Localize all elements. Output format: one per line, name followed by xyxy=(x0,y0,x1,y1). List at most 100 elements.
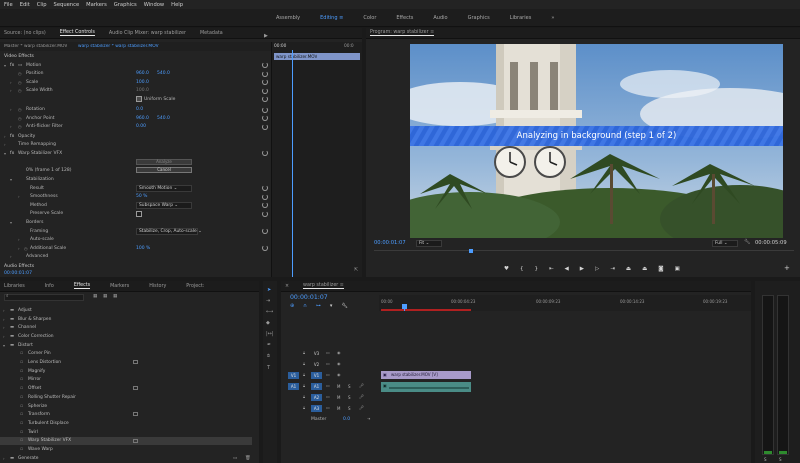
expand-icon[interactable]: › xyxy=(4,142,6,147)
camera-icon[interactable]: ◙ xyxy=(658,266,663,272)
effects-item[interactable]: ▫ Offset xyxy=(0,384,252,393)
effects-folder[interactable]: › ▬ Generate xyxy=(0,454,252,463)
ec-timecode[interactable]: 00:00:01:07 xyxy=(4,271,32,276)
expand-icon[interactable]: › xyxy=(18,246,20,251)
wrench-icon[interactable]: 🔧︎ xyxy=(341,303,347,309)
clip-label[interactable]: warp stabilizer * warp stabilizer.MOV xyxy=(78,44,159,49)
menu-window[interactable]: Window xyxy=(144,2,164,8)
warp-stabilizer-row[interactable]: ▾ fx Warp Stabilizer VFX xyxy=(0,149,271,158)
effects-item[interactable]: ▫ Turbulent Displace xyxy=(0,419,252,428)
expand-icon[interactable]: › xyxy=(3,334,5,339)
reset-icon[interactable] xyxy=(262,245,268,251)
tab-history[interactable]: History xyxy=(149,284,166,289)
expand-icon[interactable]: › xyxy=(10,88,12,93)
reset-icon[interactable] xyxy=(262,228,268,234)
tab-libraries[interactable]: Libraries xyxy=(4,284,25,289)
track-label-v3[interactable]: V3 xyxy=(311,350,322,357)
anchor-y-value[interactable]: 540.0 xyxy=(157,116,170,121)
tab-effect-controls[interactable]: Effect Controls xyxy=(59,30,95,36)
effects-search-input[interactable]: ⌕ xyxy=(4,294,84,301)
expand-icon[interactable]: › xyxy=(10,80,12,85)
eye-icon[interactable]: ◉ xyxy=(337,351,341,355)
mark-in-icon[interactable]: { xyxy=(520,266,524,272)
tab-markers[interactable]: Markers xyxy=(110,284,129,289)
quality-dropdown[interactable]: Full ⌄ xyxy=(712,240,738,247)
menu-file[interactable]: File xyxy=(4,2,13,8)
lock-icon[interactable]: 🔒︎ xyxy=(303,395,305,399)
wrench-icon[interactable]: 🔧︎ xyxy=(744,240,750,245)
anchor-x-value[interactable]: 960.0 xyxy=(136,116,149,121)
comparison-view-icon[interactable]: ▣ xyxy=(675,266,680,272)
track-label-a3[interactable]: A3 xyxy=(311,405,322,412)
effects-item[interactable]: ▫ Magnify xyxy=(0,367,252,376)
accelerated-filter-icon[interactable]: ▦ xyxy=(93,294,97,300)
add-marker-icon[interactable]: ▾ xyxy=(330,303,333,309)
result-dropdown[interactable]: Smooth Motion ⌄ xyxy=(136,185,192,192)
antiflicker-value[interactable]: 0.00 xyxy=(136,124,146,129)
sync-lock-icon[interactable]: ▭ xyxy=(326,395,330,399)
menu-sequence[interactable]: Sequence xyxy=(54,2,80,8)
scale-value[interactable]: 100.0 xyxy=(136,80,149,85)
menu-graphics[interactable]: Graphics xyxy=(114,2,137,8)
workspace-libraries[interactable]: Libraries xyxy=(510,15,532,21)
reset-icon[interactable] xyxy=(262,70,268,77)
sync-lock-icon[interactable]: ▭ xyxy=(326,406,330,410)
microphone-icon[interactable]: 🎤︎ xyxy=(359,406,364,410)
solo-right[interactable]: S xyxy=(779,457,782,462)
stopwatch-icon[interactable]: ◷ xyxy=(24,246,28,251)
fx-icon[interactable]: fx xyxy=(10,151,14,156)
autoscale-row[interactable]: › Auto-scale xyxy=(0,236,271,245)
workspace-audio[interactable]: Audio xyxy=(433,15,447,21)
method-dropdown[interactable]: Subspace Warp ⌄ xyxy=(136,202,192,209)
step-forward-icon[interactable]: ▷ xyxy=(595,266,599,272)
reset-icon[interactable] xyxy=(262,202,268,208)
ec-playhead[interactable] xyxy=(292,50,293,277)
lock-icon[interactable]: 🔒︎ xyxy=(303,362,305,366)
tab-project[interactable]: Project: xyxy=(186,284,204,289)
linked-selection-icon[interactable]: ⊶ xyxy=(316,303,321,309)
menu-clip[interactable]: Clip xyxy=(37,2,47,8)
selection-tool-icon[interactable]: ➤ xyxy=(267,288,271,293)
microphone-icon[interactable]: 🎤︎ xyxy=(359,384,364,388)
type-tool-icon[interactable]: T xyxy=(267,366,270,371)
workspace-effects[interactable]: Effects xyxy=(396,15,413,21)
lock-icon[interactable]: 🔒︎ xyxy=(303,351,305,355)
new-bin-icon[interactable]: ▭ xyxy=(233,456,237,462)
menu-lines-icon[interactable]: ≡ xyxy=(340,283,344,288)
close-icon[interactable]: × xyxy=(285,284,289,289)
reset-icon[interactable] xyxy=(262,150,268,156)
nest-icon[interactable]: ⊕ xyxy=(290,303,294,309)
effects-item[interactable]: ▫ Corner Pin xyxy=(0,350,252,359)
rotation-value[interactable]: 0.0 xyxy=(136,107,143,112)
go-to-out-icon[interactable]: ⇥ xyxy=(610,266,615,272)
workspace-graphics[interactable]: Graphics xyxy=(468,15,490,21)
eye-icon[interactable]: ◉ xyxy=(337,362,341,366)
stabilization-row[interactable]: ▾ Stabilization xyxy=(0,175,271,184)
tab-sequence[interactable]: warp stabilizer ≡ xyxy=(303,283,344,289)
sync-lock-icon[interactable]: ▭ xyxy=(326,351,330,355)
timeline-timecode[interactable]: 00:00:01:07 xyxy=(290,294,328,301)
effects-folder[interactable]: › ▬ Blur & Sharpen xyxy=(0,315,252,324)
opacity-row[interactable]: › fx Opacity xyxy=(0,132,271,141)
time-remapping-row[interactable]: › Time Remapping xyxy=(0,141,271,150)
effects-folder[interactable]: › ▬ Adjust xyxy=(0,306,252,315)
mute-button[interactable]: M xyxy=(337,384,340,389)
delete-icon[interactable]: 🗑︎ xyxy=(245,456,251,462)
slip-tool-icon[interactable]: |↔| xyxy=(266,332,274,337)
stopwatch-icon[interactable]: ◷ xyxy=(18,124,22,129)
reset-icon[interactable] xyxy=(262,96,268,102)
tab-source[interactable]: Source: (no clips) xyxy=(4,31,46,36)
workspace-overflow-icon[interactable]: » xyxy=(551,15,554,21)
play-icon[interactable]: ▶ xyxy=(580,266,584,272)
go-to-in-icon[interactable]: ⇤ xyxy=(549,266,554,272)
menu-markers[interactable]: Markers xyxy=(86,2,107,8)
menu-lines-icon[interactable]: ≡ xyxy=(430,30,434,35)
effects-item[interactable]: ▫ Rolling Shutter Repair xyxy=(0,393,252,402)
lift-icon[interactable]: ⏏ xyxy=(626,266,631,272)
effects-item[interactable]: ▫ Spherize xyxy=(0,402,252,411)
framing-dropdown[interactable]: Stabilize, Crop, Auto-scale ⌄ xyxy=(136,228,202,235)
export-frame-icon[interactable]: ⇱ xyxy=(354,268,358,273)
master-label[interactable]: Master * warp stabilizer.MOV xyxy=(4,44,67,49)
audio-clip[interactable]: ▣ xyxy=(381,382,471,392)
workspace-assembly[interactable]: Assembly xyxy=(276,15,300,21)
